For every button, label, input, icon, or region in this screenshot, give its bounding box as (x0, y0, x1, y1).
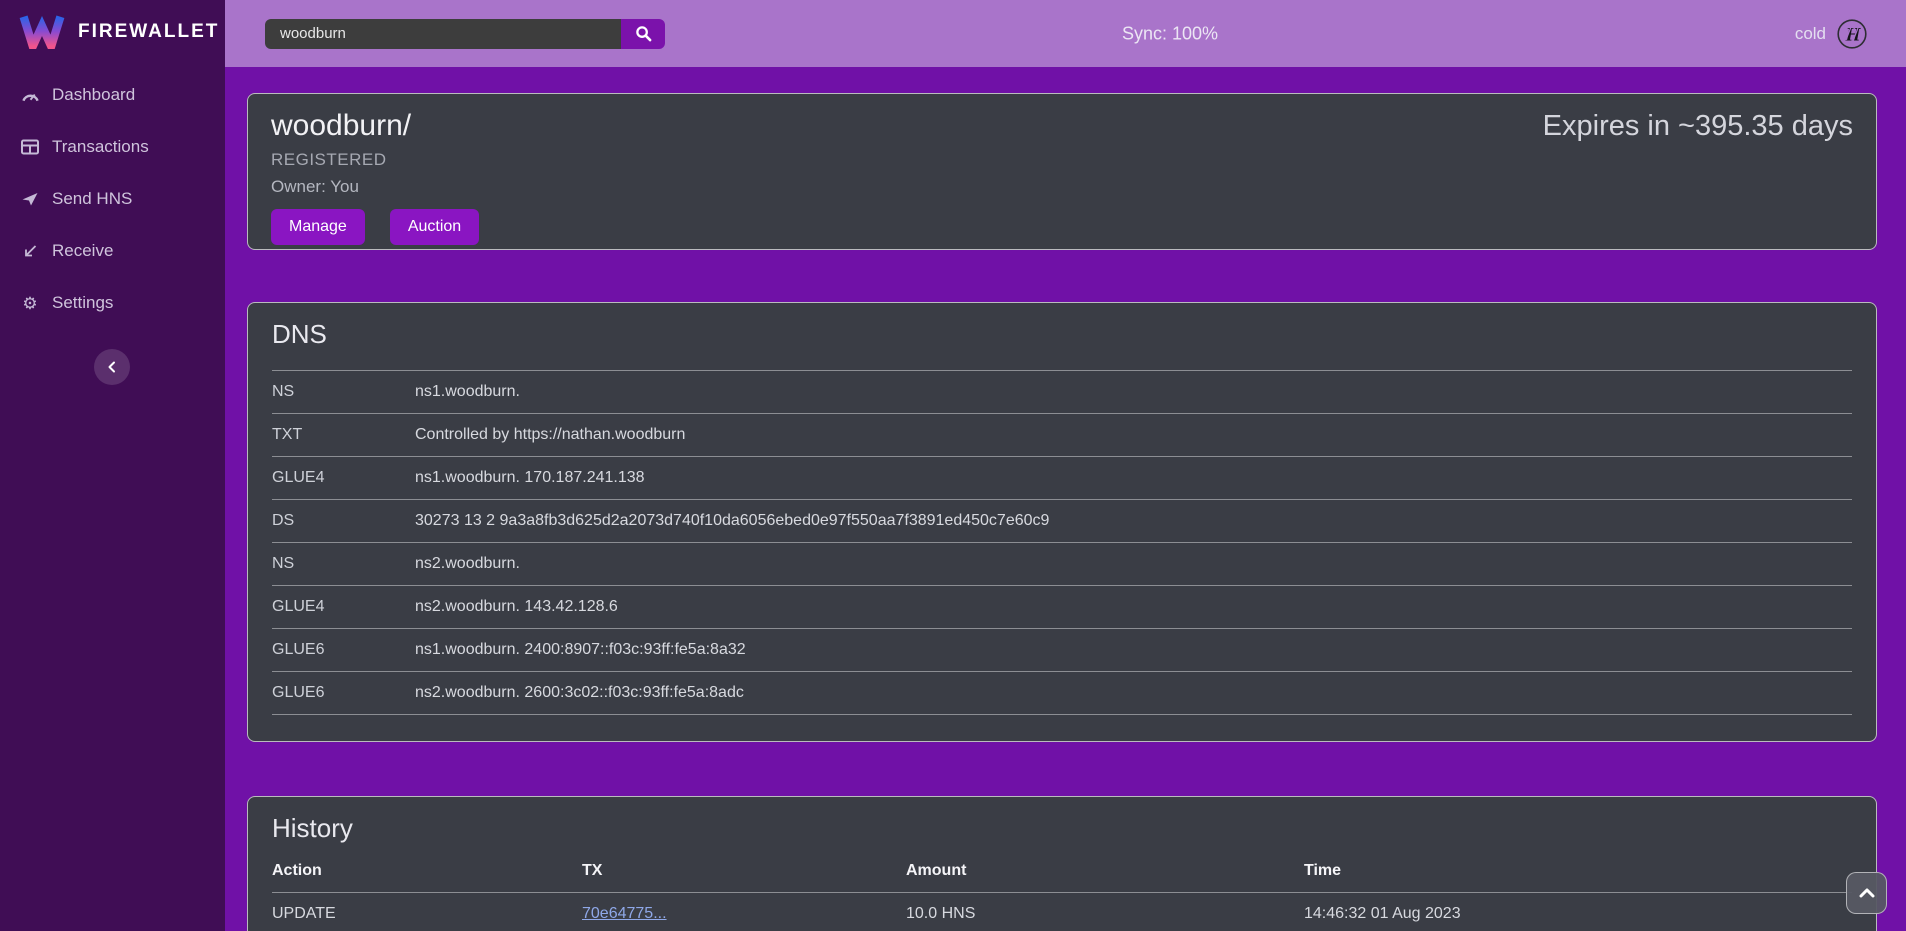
svg-text:H: H (1845, 24, 1862, 45)
dns-record-row: GLUE4 ns2.woodburn. 143.42.128.6 (272, 586, 1852, 629)
sidebar-item-label: Settings (52, 293, 113, 313)
scroll-to-top-button[interactable] (1846, 872, 1887, 914)
dns-record-type: GLUE4 (272, 586, 415, 629)
sidebar-item-send-hns[interactable]: Send HNS (0, 173, 225, 225)
dns-record-row: TXT Controlled by https://nathan.woodbur… (272, 414, 1852, 457)
search-icon (635, 25, 652, 42)
sync-status: Sync: 100% (1122, 23, 1218, 44)
receive-arrow-icon (20, 244, 40, 259)
history-section-title: History (272, 813, 1852, 844)
dns-record-type: GLUE6 (272, 629, 415, 672)
wallet-name: cold (1795, 24, 1826, 44)
dns-record-row: DS 30273 13 2 9a3a8fb3d625d2a2073d740f10… (272, 500, 1852, 543)
dns-record-value: ns2.woodburn. 143.42.128.6 (415, 586, 1852, 629)
sidebar: FIREWALLET Dashboard Transactions Send H… (0, 0, 225, 931)
sidebar-item-label: Send HNS (52, 189, 132, 209)
sidebar-item-label: Dashboard (52, 85, 135, 105)
history-action: UPDATE (272, 893, 582, 931)
sidebar-item-label: Receive (52, 241, 113, 261)
dns-record-type: GLUE6 (272, 672, 415, 715)
dns-record-type: NS (272, 371, 415, 414)
send-paper-plane-icon (20, 191, 40, 207)
dns-record-type: TXT (272, 414, 415, 457)
transactions-table-icon (20, 139, 40, 155)
history-table: Action TX Amount Time UPDATE 70e64775...… (272, 856, 1852, 931)
manage-button[interactable]: Manage (271, 209, 365, 245)
dns-record-row: GLUE6 ns1.woodburn. 2400:8907::f03c:93ff… (272, 629, 1852, 672)
tx-link[interactable]: 70e64775... (582, 905, 667, 922)
domain-owner-label: Owner: You (271, 177, 1853, 197)
dns-record-row: NS ns2.woodburn. (272, 543, 1852, 586)
wallet-selector[interactable]: cold H (1795, 19, 1867, 49)
sidebar-item-transactions[interactable]: Transactions (0, 121, 225, 173)
topbar: Sync: 100% cold H (225, 0, 1906, 67)
chevron-up-icon (1858, 887, 1876, 899)
main-content: woodburn/ REGISTERED Owner: You Manage A… (225, 67, 1906, 931)
history-col-time: Time (1304, 856, 1852, 893)
sidebar-item-dashboard[interactable]: Dashboard (0, 69, 225, 121)
domain-card: woodburn/ REGISTERED Owner: You Manage A… (247, 93, 1877, 250)
dns-card: DNS NS ns1.woodburn. TXT Controlled by h… (247, 302, 1877, 742)
expires-label: Expires in ~395.35 days (1543, 110, 1853, 143)
auction-button[interactable]: Auction (390, 209, 479, 245)
search-input[interactable] (265, 19, 621, 49)
search-bar (265, 19, 665, 49)
dns-record-value: Controlled by https://nathan.woodburn (415, 414, 1852, 457)
sidebar-item-receive[interactable]: Receive (0, 225, 225, 277)
dns-record-type: NS (272, 543, 415, 586)
history-col-amount: Amount (906, 856, 1304, 893)
history-col-tx: TX (582, 856, 906, 893)
brand-header: FIREWALLET (0, 0, 225, 63)
history-header-row: Action TX Amount Time (272, 856, 1852, 893)
dns-record-row: GLUE4 ns1.woodburn. 170.187.241.138 (272, 457, 1852, 500)
firewallet-logo-icon (19, 14, 65, 49)
history-row: UPDATE 70e64775... 10.0 HNS 14:46:32 01 … (272, 893, 1852, 931)
dns-section-title: DNS (272, 319, 1852, 350)
gear-icon: ⚙ (20, 295, 40, 312)
sidebar-collapse-button[interactable] (94, 349, 130, 385)
domain-actions: Manage Auction (271, 209, 1853, 245)
sidebar-item-label: Transactions (52, 137, 149, 157)
dns-record-value: ns2.woodburn. (415, 543, 1852, 586)
dns-record-value: 30273 13 2 9a3a8fb3d625d2a2073d740f10da6… (415, 500, 1852, 543)
dashboard-gauge-icon (20, 87, 40, 104)
dns-record-type: DS (272, 500, 415, 543)
history-col-action: Action (272, 856, 582, 893)
history-time: 14:46:32 01 Aug 2023 (1304, 893, 1852, 931)
handshake-logo-icon[interactable]: H (1837, 19, 1867, 49)
sidebar-item-settings[interactable]: ⚙ Settings (0, 277, 225, 329)
history-card: History Action TX Amount Time UPDATE 70e… (247, 796, 1877, 931)
search-button[interactable] (621, 19, 665, 49)
brand-name: FIREWALLET (78, 21, 219, 43)
history-amount: 10.0 HNS (906, 893, 1304, 931)
dns-record-value: ns1.woodburn. (415, 371, 1852, 414)
dns-record-value: ns1.woodburn. 170.187.241.138 (415, 457, 1852, 500)
sidebar-nav: Dashboard Transactions Send HNS Receive … (0, 69, 225, 329)
domain-status-badge: REGISTERED (271, 150, 1853, 170)
dns-record-type: GLUE4 (272, 457, 415, 500)
dns-record-row: GLUE6 ns2.woodburn. 2600:3c02::f03c:93ff… (272, 672, 1852, 715)
dns-record-row: NS ns1.woodburn. (272, 371, 1852, 414)
content-column: Sync: 100% cold H woodburn/ REGISTERED O… (225, 0, 1906, 931)
chevron-left-icon (104, 359, 120, 375)
dns-record-value: ns1.woodburn. 2400:8907::f03c:93ff:fe5a:… (415, 629, 1852, 672)
dns-records-table: NS ns1.woodburn. TXT Controlled by https… (272, 370, 1852, 715)
dns-record-value: ns2.woodburn. 2600:3c02::f03c:93ff:fe5a:… (415, 672, 1852, 715)
